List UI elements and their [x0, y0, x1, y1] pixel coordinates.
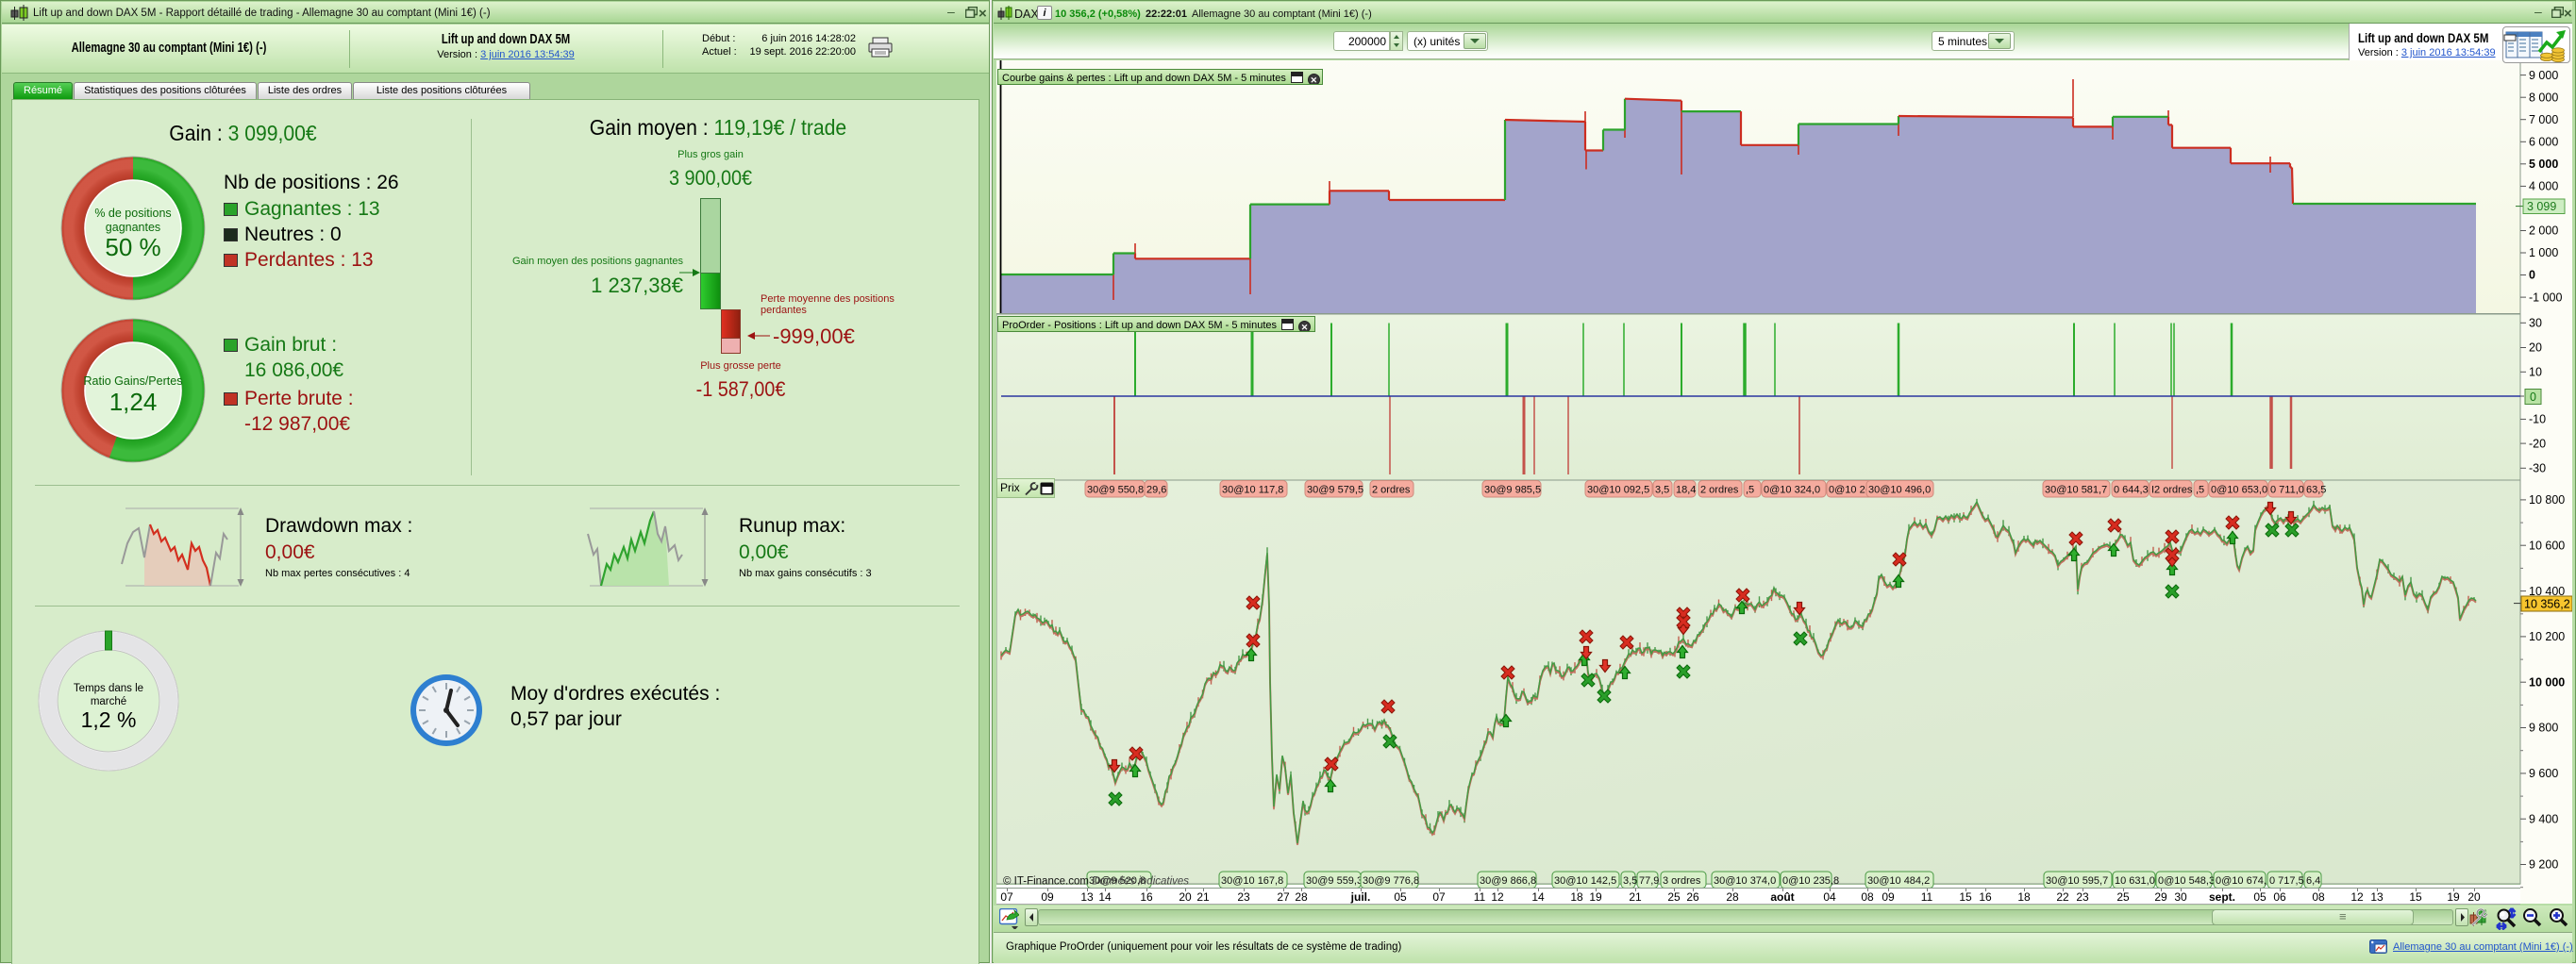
svg-text:30: 30 — [2529, 317, 2542, 330]
svg-text:% de positions: % de positions — [94, 207, 171, 220]
svg-text:3 099: 3 099 — [2527, 200, 2556, 213]
svg-text:2 ordres: 2 ordres — [1700, 485, 1739, 496]
svg-text:3 ordres: 3 ordres — [1663, 875, 1701, 887]
svg-text:29,6: 29,6 — [1146, 485, 1166, 496]
svg-text:gagnantes: gagnantes — [106, 221, 160, 234]
svg-text:-30: -30 — [2529, 462, 2546, 475]
svg-text:0@10 548,3: 0@10 548,3 — [2158, 875, 2215, 887]
svg-text:0 711,0: 0 711,0 — [2270, 485, 2304, 496]
svg-text:© IT-Finance.com Données indic: © IT-Finance.com Données indicatives — [1003, 876, 1189, 888]
svg-text:0@10 653,0: 0@10 653,0 — [2211, 485, 2267, 496]
svg-text:0@10 674,5: 0@10 674,5 — [2216, 875, 2272, 887]
svg-text:8 000: 8 000 — [2529, 91, 2558, 104]
svg-text:3,5: 3,5 — [1623, 875, 1637, 887]
svg-text:4 000: 4 000 — [2529, 180, 2558, 193]
svg-text:Ratio Gains/Pertes: Ratio Gains/Pertes — [84, 374, 183, 388]
svg-text:9 600: 9 600 — [2529, 767, 2558, 780]
svg-text:6 000: 6 000 — [2529, 136, 2558, 149]
svg-text:Temps dans le: Temps dans le — [74, 683, 143, 694]
svg-text:9 000: 9 000 — [2529, 69, 2558, 82]
svg-text:,5: ,5 — [1746, 485, 1754, 496]
svg-text:-20: -20 — [2529, 437, 2546, 450]
svg-text:30@10 496,0: 30@10 496,0 — [1868, 485, 1931, 496]
svg-text:10 800: 10 800 — [2529, 493, 2565, 507]
svg-text:30@10 167,8: 30@10 167,8 — [1221, 875, 1283, 887]
svg-text:2 ordres: 2 ordres — [1372, 485, 1411, 496]
svg-text:0: 0 — [2529, 269, 2535, 282]
svg-text:1,24: 1,24 — [109, 388, 158, 416]
svg-text:30@10 117,8: 30@10 117,8 — [1222, 485, 1283, 496]
svg-text:marché: marché — [91, 696, 126, 707]
svg-text:10: 10 — [2529, 366, 2542, 379]
svg-text:-1 000: -1 000 — [2529, 291, 2562, 304]
svg-text:0@10 324,0: 0@10 324,0 — [1764, 485, 1820, 496]
svg-text:30@9 985,5: 30@9 985,5 — [1484, 485, 1541, 496]
svg-text:30@9 776,8: 30@9 776,8 — [1363, 875, 1419, 887]
svg-text:50 %: 50 % — [105, 233, 160, 261]
svg-text:2 000: 2 000 — [2529, 224, 2558, 238]
svg-text:7 000: 7 000 — [2529, 113, 2558, 126]
svg-text:0: 0 — [2530, 391, 2536, 404]
svg-text:1,2 %: 1,2 % — [81, 707, 137, 732]
svg-text:-10: -10 — [2529, 413, 2546, 426]
svg-text:3,5: 3,5 — [1655, 485, 1669, 496]
svg-text:10 200: 10 200 — [2529, 630, 2565, 643]
svg-text:30@10 484,2: 30@10 484,2 — [1867, 875, 1930, 887]
svg-text:30@10 581,7: 30@10 581,7 — [2045, 485, 2107, 496]
svg-text:30@10 092,5: 30@10 092,5 — [1587, 485, 1649, 496]
svg-text:0 644,3: 0 644,3 — [2114, 485, 2149, 496]
svg-text:10 631,0: 10 631,0 — [2115, 875, 2155, 887]
svg-text:9 200: 9 200 — [2529, 858, 2558, 872]
svg-text:30@10 142,5: 30@10 142,5 — [1554, 875, 1616, 887]
svg-text:1 000: 1 000 — [2529, 246, 2558, 259]
svg-text:10 000: 10 000 — [2529, 675, 2565, 689]
svg-text:9 800: 9 800 — [2529, 722, 2558, 735]
svg-text:I2 ordres: I2 ordres — [2151, 485, 2193, 496]
svg-text:10 356,2: 10 356,2 — [2524, 598, 2570, 611]
svg-text:6,4: 6,4 — [2306, 875, 2320, 887]
svg-text:30@10 374,0: 30@10 374,0 — [1714, 875, 1776, 887]
svg-text:30@9 866,8: 30@9 866,8 — [1480, 875, 1536, 887]
svg-text:30@10 595,7: 30@10 595,7 — [2046, 875, 2108, 887]
svg-text:30@9 559,3: 30@9 559,3 — [1306, 875, 1363, 887]
svg-text:30@9 579,5: 30@9 579,5 — [1307, 485, 1363, 496]
svg-text:30@9 550,8: 30@9 550,8 — [1087, 485, 1144, 496]
svg-text:63,5: 63,5 — [2306, 485, 2326, 496]
svg-text:9 400: 9 400 — [2529, 812, 2558, 825]
svg-text:0@10 235,8: 0@10 235,8 — [1782, 875, 1839, 887]
svg-text:0 717,5: 0 717,5 — [2269, 875, 2304, 887]
svg-text:10 600: 10 600 — [2529, 539, 2565, 552]
svg-text:20: 20 — [2529, 341, 2542, 355]
svg-text:,5: ,5 — [2196, 485, 2204, 496]
svg-text:18,4: 18,4 — [1676, 485, 1696, 496]
svg-text:77,9: 77,9 — [1639, 875, 1659, 887]
svg-text:5 000: 5 000 — [2529, 158, 2558, 171]
